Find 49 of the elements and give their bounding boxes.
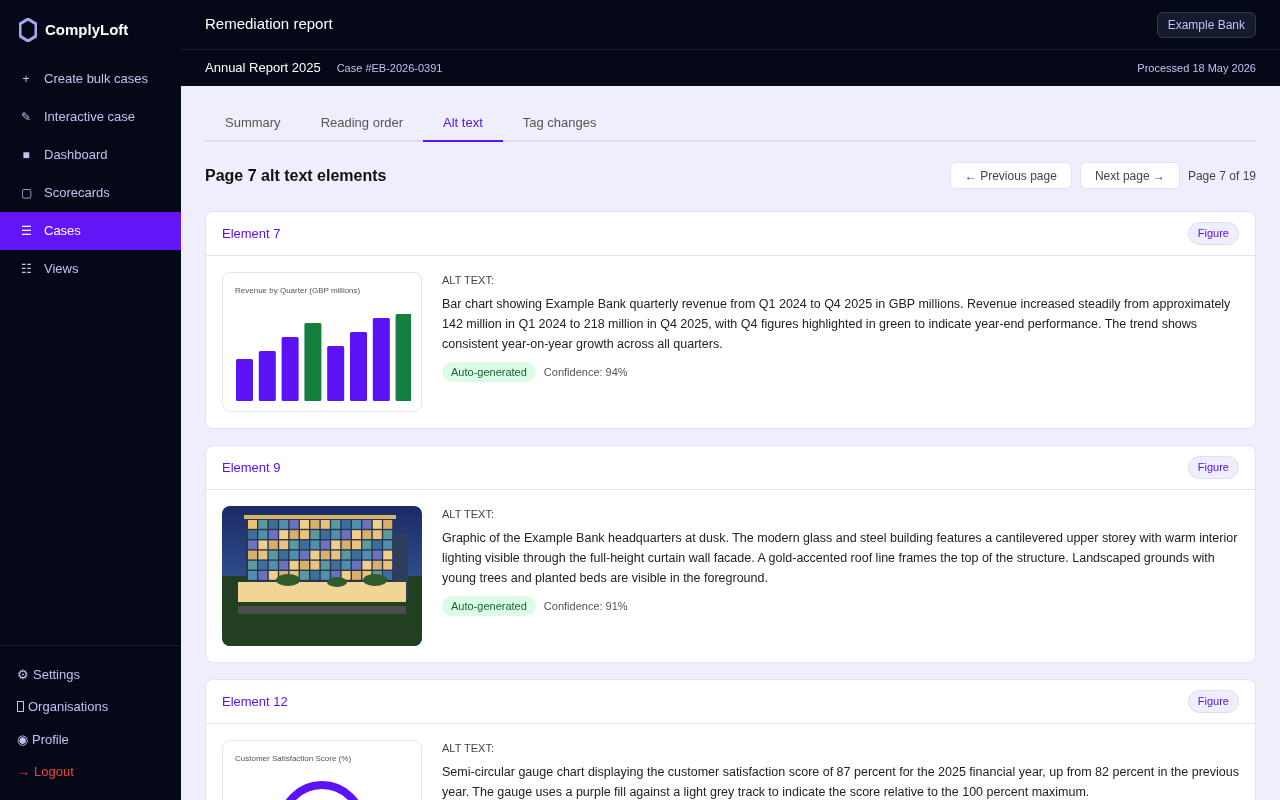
chart-title: Revenue by Quarter (GBP millions) xyxy=(235,285,362,297)
chart-bar xyxy=(350,332,367,401)
tab[interactable]: Alt text xyxy=(423,106,503,142)
chart-bar xyxy=(258,351,276,401)
brand-name: ComplyLoft xyxy=(45,19,129,40)
chart-title: Customer Satisfaction Score (%) xyxy=(235,753,353,765)
sidebar-item[interactable]: ☰ Cases xyxy=(0,212,181,250)
square-icon xyxy=(17,701,24,713)
alt-text-label: ALT TEXT: xyxy=(442,507,495,522)
page-title: Remediation report xyxy=(205,14,333,35)
figure-tag: Figure xyxy=(1187,690,1239,713)
confidence-score: Confidence: 94% xyxy=(543,364,628,380)
auto-generated-badge: Auto-generated xyxy=(442,361,536,382)
sidebar-link[interactable]: Organisations xyxy=(0,690,181,723)
tab[interactable]: Tag changes xyxy=(502,106,617,142)
sidebar-link[interactable]: → Logout xyxy=(0,755,181,788)
figure-tag: Figure xyxy=(1187,456,1239,479)
sidebar-link[interactable]: ⚙ Settings xyxy=(0,658,181,691)
element-title: Element 12 xyxy=(222,692,288,711)
alt-text: Semi-circular gauge chart displaying the customer satisfaction score of 87 percent for the 2025 financial year, up from 82 percent in the previous year. The gauge uses a purple fill against a light grey track to indicate the score relative to the 100 percent maximum. xyxy=(442,763,1239,800)
tab[interactable]: Reading order xyxy=(300,106,423,142)
sidebar-item[interactable]: + Create bulk cases xyxy=(0,60,181,98)
auto-generated-badge: Auto-generated xyxy=(442,595,536,616)
page-status: Page 7 of 19 xyxy=(1187,167,1256,185)
chart-bar xyxy=(327,346,345,401)
figure-tag: Figure xyxy=(1187,222,1239,245)
element-title: Element 9 xyxy=(222,458,281,477)
sidebar-item[interactable]: ■ Dashboard xyxy=(0,136,181,174)
hexagon-logo-icon xyxy=(19,18,37,42)
alt-text: Bar chart showing Example Bank quarterly revenue from Q1 2024 to Q4 2025 in GBP millions. Revenue increased steadily from approximately 142 million in Q1 2024 to 218 million in Q4 2025, with Q4 figures highlighted in green to indicate year-end performance. The trend shows consistent year-on-year growth across all quarters. xyxy=(442,295,1232,353)
processed-date: Processed 18 May 2026 xyxy=(1137,60,1256,76)
sidebar-link[interactable]: ◉ Profile xyxy=(0,723,181,756)
case-number: Case #EB-2026-0391 xyxy=(336,60,443,76)
section-heading: Page 7 alt text elements xyxy=(205,165,387,186)
element-title: Element 7 xyxy=(222,224,281,243)
chart-bar xyxy=(236,359,253,401)
confidence-score: Confidence: 91% xyxy=(543,598,628,614)
alt-text-label: ALT TEXT: xyxy=(442,273,495,288)
organisation-badge: Example Bank xyxy=(1156,11,1256,38)
next-page-button[interactable]: Next page → xyxy=(1079,162,1180,189)
tab[interactable]: Summary xyxy=(205,106,301,142)
chart-bar xyxy=(281,337,299,401)
alt-text: Graphic of the Example Bank headquarters at dusk. The modern glass and steel building features a cantilevered upper storey with warm interior lighting visible through the full-height curtain wall facade. A gold-accented roof line frames the top of the structure. Landscaped grounds with young trees and planted beds are visible in the foreground. xyxy=(442,529,1239,587)
document-name: Annual Report 2025 xyxy=(205,59,321,78)
sidebar-item[interactable]: ☷ Views xyxy=(0,250,181,288)
sidebar-item[interactable]: ✎ Interactive case xyxy=(0,98,181,136)
sidebar-item[interactable]: ▢ Scorecards xyxy=(0,174,181,212)
alt-text-label: ALT TEXT: xyxy=(442,741,495,756)
previous-page-button[interactable]: ← Previous page xyxy=(949,162,1072,189)
